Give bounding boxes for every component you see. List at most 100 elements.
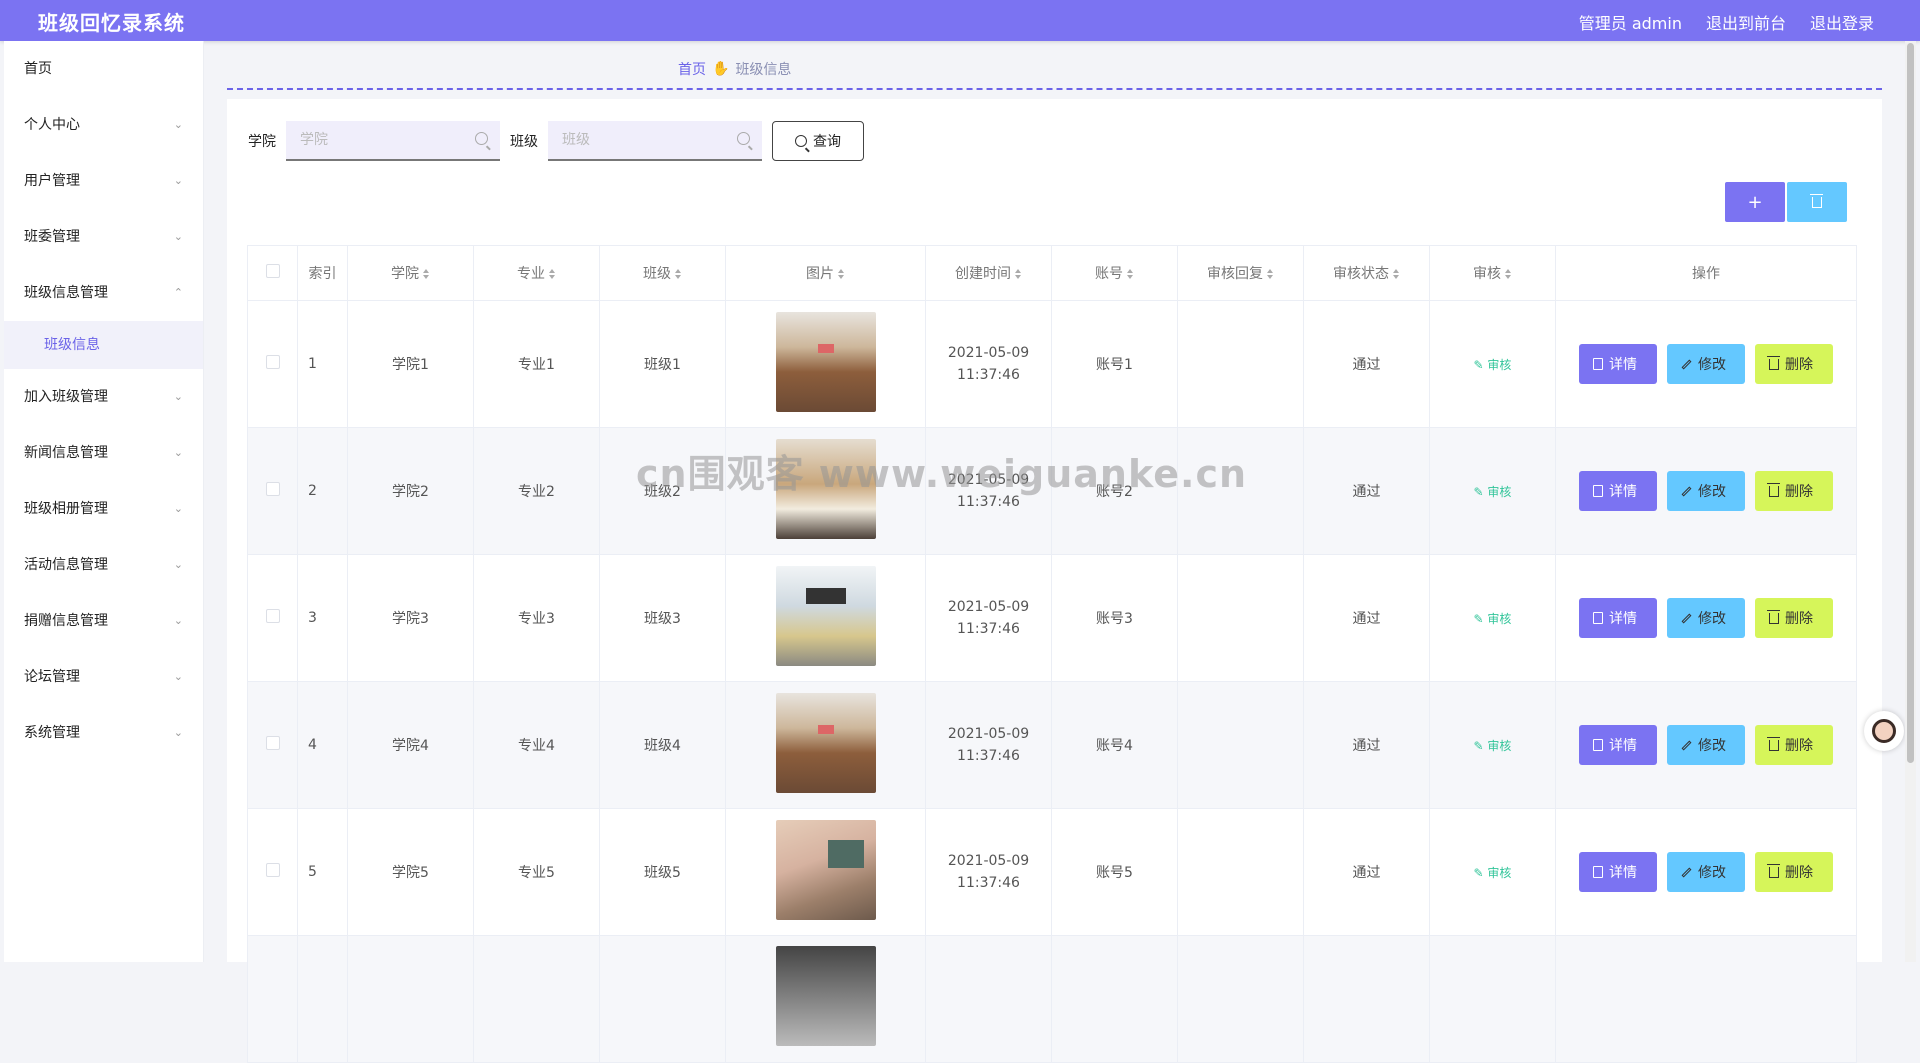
detail-button[interactable]: 详情 xyxy=(1579,344,1657,384)
page-scrollbar[interactable] xyxy=(1905,41,1916,962)
edit-button[interactable]: 修改 xyxy=(1667,344,1745,384)
ops-cell: 详情 修改 删除 xyxy=(1555,681,1857,809)
row-checkbox[interactable] xyxy=(265,736,280,750)
status-cell: 通过 xyxy=(1303,554,1430,682)
sort-icon[interactable] xyxy=(1505,269,1512,279)
column-header: 索引 xyxy=(297,245,348,301)
sidebar-item-users[interactable]: 用户管理 ⌄ xyxy=(4,153,203,209)
audit-link[interactable]: ✎ 审核 xyxy=(1474,485,1512,499)
column-header-sortable[interactable]: 审核回复 xyxy=(1177,245,1304,301)
delete-label: 删除 xyxy=(1785,484,1813,500)
add-button[interactable]: + xyxy=(1725,182,1785,222)
time-cell: 2021-05-09 11:37:46 xyxy=(925,427,1052,555)
exit-to-front-link[interactable]: 退出到前台 xyxy=(1706,10,1786,34)
column-header-sortable[interactable]: 专业 xyxy=(473,245,600,301)
delete-button[interactable]: 删除 xyxy=(1755,598,1833,638)
logout-link[interactable]: 退出登录 xyxy=(1810,10,1874,34)
delete-button[interactable]: 删除 xyxy=(1755,852,1833,892)
audit-link[interactable]: ✎ 审核 xyxy=(1474,612,1512,626)
reply-cell xyxy=(1177,808,1304,936)
time-cell: 2021-05-09 11:37:46 xyxy=(925,300,1052,428)
column-header-label: 学院 xyxy=(391,266,419,282)
class-field xyxy=(548,121,762,161)
chevron-down-icon: ⌄ xyxy=(173,174,183,187)
college-input[interactable] xyxy=(286,121,500,159)
column-header-sortable[interactable]: 账号 xyxy=(1051,245,1178,301)
column-header-sortable[interactable]: 学院 xyxy=(347,245,474,301)
sidebar-item-committee[interactable]: 班委管理 ⌄ xyxy=(4,209,203,265)
audit-link[interactable]: ✎ 审核 xyxy=(1474,739,1512,753)
row-checkbox[interactable] xyxy=(265,482,280,496)
sort-icon[interactable] xyxy=(1267,269,1274,279)
audit-label: 审核 xyxy=(1487,865,1512,880)
sidebar-item-news[interactable]: 新闻信息管理 ⌄ xyxy=(4,425,203,481)
reply-cell xyxy=(1177,300,1304,428)
row-checkbox[interactable] xyxy=(265,355,280,369)
sort-icon[interactable] xyxy=(838,269,845,279)
hand-icon: ✋ xyxy=(712,61,730,77)
edit-button[interactable]: 修改 xyxy=(1667,725,1745,765)
column-header-sortable[interactable]: 图片 xyxy=(725,245,926,301)
edit-label: 修改 xyxy=(1698,738,1726,754)
detail-button[interactable]: 详情 xyxy=(1579,725,1657,765)
sort-icon[interactable] xyxy=(1393,269,1400,279)
detail-button[interactable]: 详情 xyxy=(1579,471,1657,511)
column-header-label: 专业 xyxy=(517,266,545,282)
sort-icon[interactable] xyxy=(675,269,682,279)
sidebar-item-system[interactable]: 系统管理 ⌄ xyxy=(4,705,203,761)
sort-icon[interactable] xyxy=(423,269,430,279)
college-cell: 学院5 xyxy=(347,808,474,936)
column-header-sortable[interactable]: 班级 xyxy=(599,245,726,301)
chevron-down-icon: ⌄ xyxy=(173,558,183,571)
sidebar-item-join-class[interactable]: 加入班级管理 ⌄ xyxy=(4,369,203,425)
column-header-label: 班级 xyxy=(643,266,671,282)
sort-icon[interactable] xyxy=(549,269,556,279)
scrollbar-thumb[interactable] xyxy=(1907,43,1914,763)
ops-cell: 详情 修改 删除 xyxy=(1555,808,1857,936)
edit-button[interactable]: 修改 xyxy=(1667,852,1745,892)
detail-button[interactable]: 详情 xyxy=(1579,598,1657,638)
table-row xyxy=(247,935,1857,1063)
row-checkbox[interactable] xyxy=(265,609,280,623)
classroom-image xyxy=(775,312,876,412)
column-header-sortable[interactable]: 创建时间 xyxy=(925,245,1052,301)
account-cell: 账号4 xyxy=(1051,681,1178,809)
sidebar-item-forum[interactable]: 论坛管理 ⌄ xyxy=(4,649,203,705)
sidebar-item-personal[interactable]: 个人中心 ⌄ xyxy=(4,97,203,153)
column-header-sortable[interactable]: 审核 xyxy=(1429,245,1556,301)
edit-button[interactable]: 修改 xyxy=(1667,598,1745,638)
table-row: 5 学院5 专业5 班级5 2021-05-09 11:37:46 账号5 通过… xyxy=(247,808,1857,936)
sidebar-subitem-class-info[interactable]: 班级信息 xyxy=(4,321,203,369)
delete-button[interactable]: 删除 xyxy=(1755,725,1833,765)
class-input[interactable] xyxy=(548,121,762,159)
select-all-checkbox[interactable] xyxy=(265,264,280,278)
sidebar-item-label: 活动信息管理 xyxy=(24,557,108,573)
column-header-sortable[interactable]: 审核状态 xyxy=(1303,245,1430,301)
status-cell: 通过 xyxy=(1303,427,1430,555)
admin-user-link[interactable]: 管理员 admin xyxy=(1579,10,1682,34)
sort-icon[interactable] xyxy=(1015,269,1022,279)
detail-label: 详情 xyxy=(1609,865,1637,881)
delete-button[interactable]: 删除 xyxy=(1755,471,1833,511)
query-button[interactable]: 查询 xyxy=(772,121,864,161)
top-header: 班级回忆录系统 管理员 admin 退出到前台 退出登录 xyxy=(0,0,1920,41)
audit-link[interactable]: ✎ 审核 xyxy=(1474,358,1512,372)
batch-delete-button[interactable] xyxy=(1787,182,1847,222)
edit-button[interactable]: 修改 xyxy=(1667,471,1745,511)
assistant-avatar[interactable] xyxy=(1864,711,1904,751)
sidebar-item-home[interactable]: 首页 xyxy=(4,41,203,97)
class-info-table: 索引 学院 专业 班级 图片 创建时间 账号 审核回复 审核状态 审核 操作 1 xyxy=(247,245,1857,1063)
sidebar-item-class-info-mgmt[interactable]: 班级信息管理 ⌃ xyxy=(4,265,203,321)
delete-button[interactable]: 删除 xyxy=(1755,344,1833,384)
sidebar-item-album[interactable]: 班级相册管理 ⌄ xyxy=(4,481,203,537)
detail-button[interactable]: 详情 xyxy=(1579,852,1657,892)
edit-label: 修改 xyxy=(1698,357,1726,373)
header-actions: 管理员 admin 退出到前台 退出登录 xyxy=(1579,10,1874,34)
row-checkbox[interactable] xyxy=(265,863,280,877)
breadcrumb-home[interactable]: 首页 xyxy=(678,59,706,79)
sidebar-item-donation[interactable]: 捐赠信息管理 ⌄ xyxy=(4,593,203,649)
audit-link[interactable]: ✎ 审核 xyxy=(1474,866,1512,880)
sort-icon[interactable] xyxy=(1127,269,1134,279)
sidebar-item-activity[interactable]: 活动信息管理 ⌄ xyxy=(4,537,203,593)
chevron-down-icon: ⌄ xyxy=(173,118,183,131)
